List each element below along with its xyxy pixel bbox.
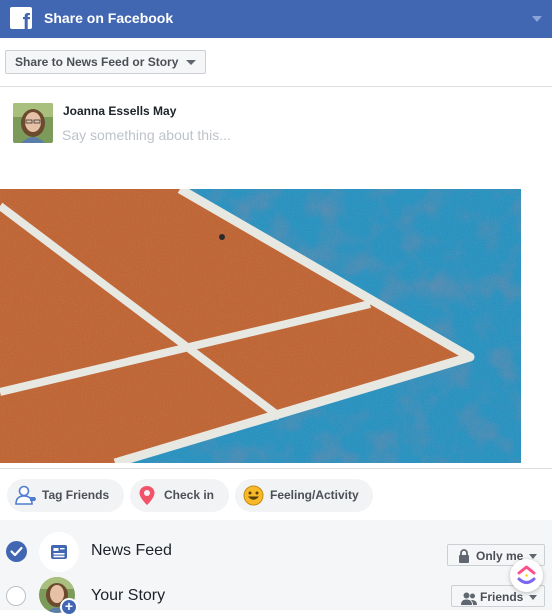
clickup-logo-icon — [517, 565, 536, 584]
chevron-down-icon[interactable] — [532, 16, 542, 22]
your-story-radio[interactable] — [6, 586, 26, 606]
tag-friends-button[interactable]: Tag Friends — [7, 479, 124, 512]
friends-icon — [461, 590, 477, 612]
feeling-activity-label: Feeling/Activity — [270, 488, 359, 502]
title-bar: f Share on Facebook — [0, 0, 552, 38]
lock-icon — [458, 548, 470, 570]
avatar — [13, 103, 53, 143]
divider — [0, 86, 552, 87]
dialog-title: Share on Facebook — [44, 10, 174, 26]
check-in-label: Check in — [164, 488, 215, 502]
divider — [0, 468, 552, 469]
facebook-logo-icon: f — [10, 7, 32, 29]
feeling-activity-button[interactable]: Feeling/Activity — [235, 479, 373, 512]
share-target-label: Share to News Feed or Story — [15, 55, 179, 69]
news-feed-checkbox[interactable] — [6, 541, 27, 562]
user-name: Joanna Essells May — [63, 104, 177, 118]
tag-friends-icon — [15, 485, 37, 518]
caret-down-icon — [186, 60, 197, 65]
attached-photo — [0, 189, 521, 463]
checkmark-icon — [10, 546, 23, 557]
post-message-input[interactable] — [62, 125, 502, 145]
check-in-button[interactable]: Check in — [130, 479, 229, 512]
clickup-widget-button[interactable] — [510, 559, 543, 592]
location-pin-icon — [138, 485, 156, 519]
smiley-icon — [243, 485, 264, 519]
your-story-label: Your Story — [91, 587, 166, 604]
news-feed-icon — [39, 532, 79, 572]
share-target-dropdown[interactable]: Share to News Feed or Story — [5, 50, 207, 74]
tag-friends-label: Tag Friends — [42, 488, 110, 502]
news-feed-label: News Feed — [91, 542, 172, 559]
add-story-icon: + — [60, 598, 78, 616]
caret-down-icon — [529, 595, 537, 600]
